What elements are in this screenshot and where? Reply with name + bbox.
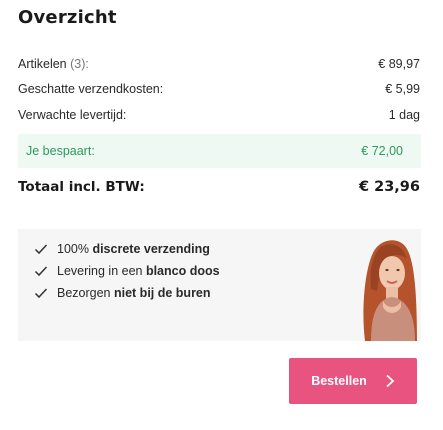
items-count: (3): [70,57,89,71]
check-icon [33,241,49,257]
total-row: Totaal incl. BTW: € 23,96 [18,177,420,197]
delivery-time-row: Verwachte levertijd: 1 dag [18,106,420,124]
shipping-label: Geschatte verzendkosten: [18,82,164,96]
total-value: € 23,96 [358,179,420,195]
usp-item: 100% discrete verzending [33,238,220,260]
items-label-group: Artikelen (3): [18,57,89,71]
usp-list: 100% discrete verzending Levering in een… [33,238,220,304]
check-icon [33,263,49,279]
items-value: € 89,97 [378,57,420,71]
total-label: Totaal incl. BTW: [18,179,145,195]
order-button[interactable]: Bestellen [289,358,417,404]
shipping-row: Geschatte verzendkosten: € 5,99 [18,80,420,98]
usp-item: Levering in een blanco doos [33,260,220,282]
usp-text: Levering in een blanco doos [57,264,220,278]
usp-text: Bezorgen niet bij de buren [57,286,211,300]
savings-label: Je bespaart: [26,144,95,158]
savings-row: Je bespaart: € 72,00 [18,134,421,168]
order-button-label: Bestellen [311,374,367,388]
shipping-value: € 5,99 [385,82,420,96]
usp-item: Bezorgen niet bij de buren [33,282,220,304]
customer-service-portrait [363,240,417,341]
usp-text: 100% discrete verzending [57,242,210,256]
items-label: Artikelen [18,57,67,71]
items-row: Artikelen (3): € 89,97 [18,55,420,73]
chevron-right-icon [385,374,395,388]
savings-value: € 72,00 [361,144,403,158]
summary-title: Overzicht [18,7,117,28]
check-icon [33,285,49,301]
delivery-time-label: Verwachte levertijd: [18,108,127,122]
delivery-time-value: 1 dag [388,108,420,122]
usp-panel: 100% discrete verzending Levering in een… [18,229,421,341]
